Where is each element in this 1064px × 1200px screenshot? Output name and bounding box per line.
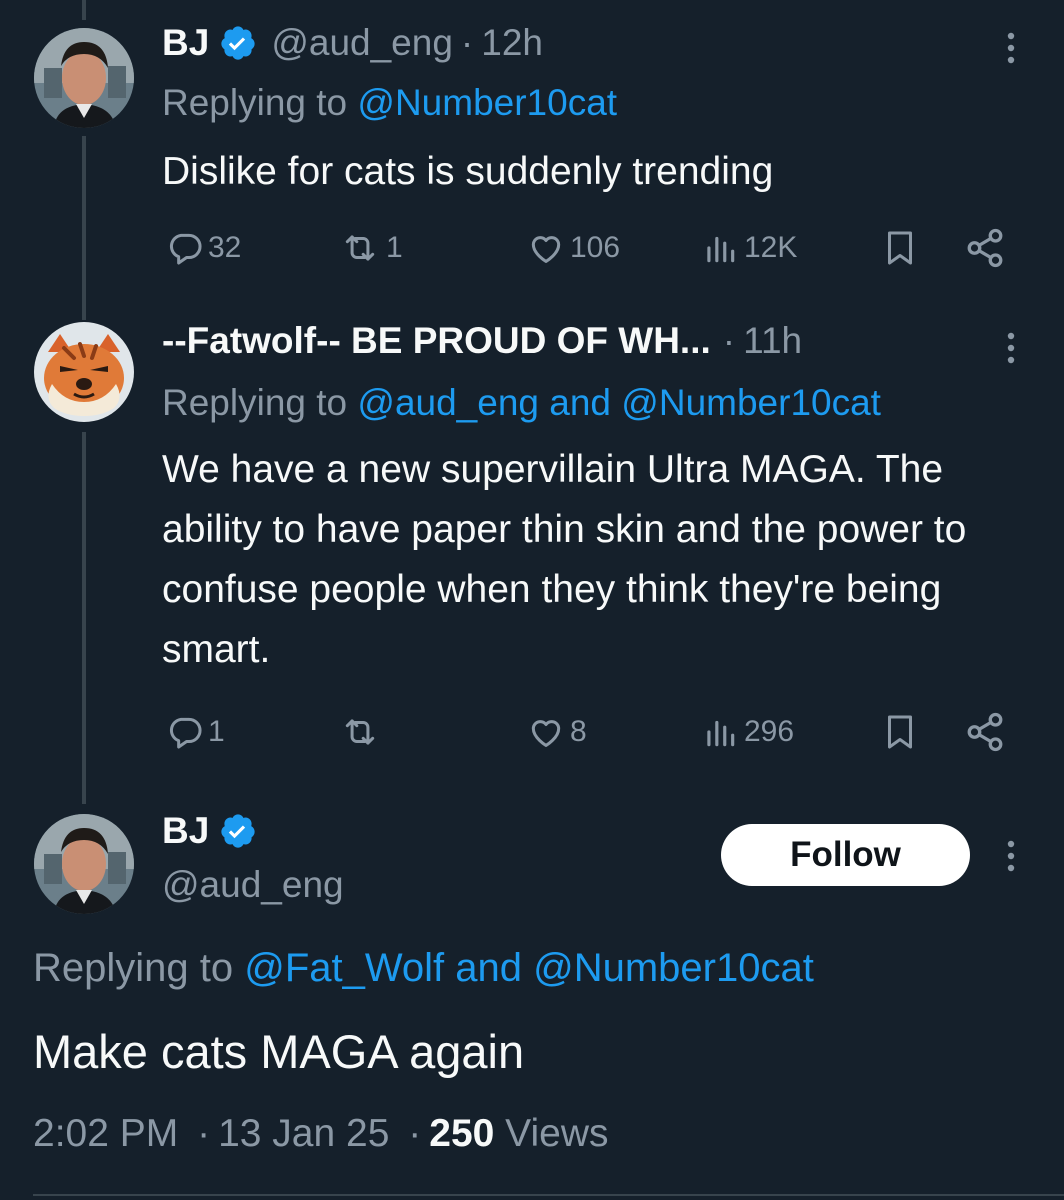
share-button[interactable]	[964, 710, 1006, 754]
repost-icon	[345, 235, 375, 261]
share-button[interactable]	[964, 226, 1006, 270]
views-count[interactable]: 250	[429, 1112, 494, 1155]
share-icon	[967, 712, 1003, 752]
tweet-1-header: BJ @aud_eng · 12h	[162, 22, 543, 64]
more-icon	[1007, 32, 1015, 64]
divider	[33, 1194, 1064, 1196]
tweet-meta: 2:02 PM · 13 Jan 25 · 250 Views	[33, 1112, 609, 1156]
display-name[interactable]: BJ	[162, 22, 209, 64]
reply-count: 32	[208, 231, 242, 264]
like-count: 106	[570, 231, 621, 264]
bookmark-button[interactable]	[882, 710, 918, 754]
views-label: Views	[494, 1112, 609, 1155]
display-name[interactable]: BJ	[162, 810, 209, 852]
display-name[interactable]: --Fatwolf-- BE PROUD OF WH...	[162, 320, 711, 362]
repost-button[interactable]	[338, 710, 386, 754]
tweet-text: Dislike for cats is suddenly trending	[162, 150, 774, 193]
thread-line-1	[82, 136, 86, 320]
views-button[interactable]: 12K	[700, 226, 797, 270]
separator: ·	[460, 22, 474, 63]
tweet-2-header: --Fatwolf-- BE PROUD OF WH... · 11h	[162, 320, 802, 362]
more-icon	[1007, 332, 1015, 364]
replying-prefix: Replying to	[162, 382, 358, 423]
views-icon	[707, 236, 735, 263]
reply-icon	[169, 233, 202, 265]
more-button[interactable]	[996, 26, 1026, 70]
main-tweet-text: Make cats MAGA again	[33, 1025, 525, 1078]
thread-line-top	[82, 0, 86, 20]
avatar[interactable]	[34, 322, 134, 422]
views-button[interactable]: 296	[700, 710, 794, 754]
separator: ·	[197, 1112, 211, 1155]
share-icon	[967, 228, 1003, 268]
views-count: 296	[744, 715, 795, 748]
reply-button[interactable]: 32	[166, 226, 241, 270]
tweet-date[interactable]: 13 Jan 25	[218, 1112, 389, 1155]
like-icon	[531, 236, 561, 263]
thread-view: BJ @aud_eng · 12h Replying to @Number10c…	[0, 0, 1064, 1200]
thread-line-2	[82, 432, 86, 804]
reply-icon	[169, 717, 202, 749]
reply-button[interactable]: 1	[166, 710, 225, 754]
tweet-text: We have a new supervillain Ultra MAGA. T…	[162, 448, 967, 671]
like-icon	[531, 720, 561, 747]
repost-icon	[345, 719, 375, 745]
like-button[interactable]: 106	[526, 226, 620, 270]
replying-mentions[interactable]: @Fat_Wolf and @Number10cat	[244, 946, 814, 990]
replying-prefix: Replying to	[162, 82, 358, 123]
bookmark-icon	[888, 231, 912, 265]
repost-count: 1	[386, 231, 403, 264]
separator: ·	[408, 1112, 422, 1155]
like-count: 8	[570, 715, 587, 748]
handle[interactable]: @aud_eng	[162, 864, 344, 906]
views-icon	[707, 720, 735, 747]
repost-button[interactable]: 1	[338, 226, 403, 270]
bookmark-icon	[888, 715, 912, 749]
bookmark-button[interactable]	[882, 226, 918, 270]
more-icon	[1007, 840, 1015, 872]
replying-to: Replying to @aud_eng and @Number10cat	[162, 382, 881, 424]
main-tweet-handle-line: @aud_eng	[162, 864, 344, 906]
tweet-time[interactable]: 2:02 PM	[33, 1112, 178, 1155]
avatar[interactable]	[34, 814, 134, 914]
timestamp[interactable]: 12h	[481, 22, 543, 64]
main-tweet-name-line: BJ	[162, 810, 257, 852]
avatar[interactable]	[34, 28, 134, 128]
reply-count: 1	[208, 715, 225, 748]
replying-mentions[interactable]: @aud_eng and @Number10cat	[357, 382, 881, 423]
like-button[interactable]: 8	[526, 710, 587, 754]
replying-to: Replying to @Number10cat	[162, 82, 617, 124]
replying-prefix: Replying to	[33, 946, 245, 990]
follow-button[interactable]: Follow	[721, 824, 970, 886]
more-button[interactable]	[996, 326, 1026, 370]
timestamp[interactable]: 11h	[743, 320, 802, 362]
more-button[interactable]	[996, 834, 1026, 878]
verified-badge-icon	[221, 814, 255, 848]
replying-to: Replying to @Fat_Wolf and @Number10cat	[33, 946, 814, 991]
views-count: 12K	[744, 231, 798, 264]
verified-badge-icon	[221, 26, 255, 60]
handle[interactable]: @aud_eng	[271, 22, 453, 64]
separator: ·	[722, 320, 736, 361]
replying-mentions[interactable]: @Number10cat	[357, 82, 617, 123]
